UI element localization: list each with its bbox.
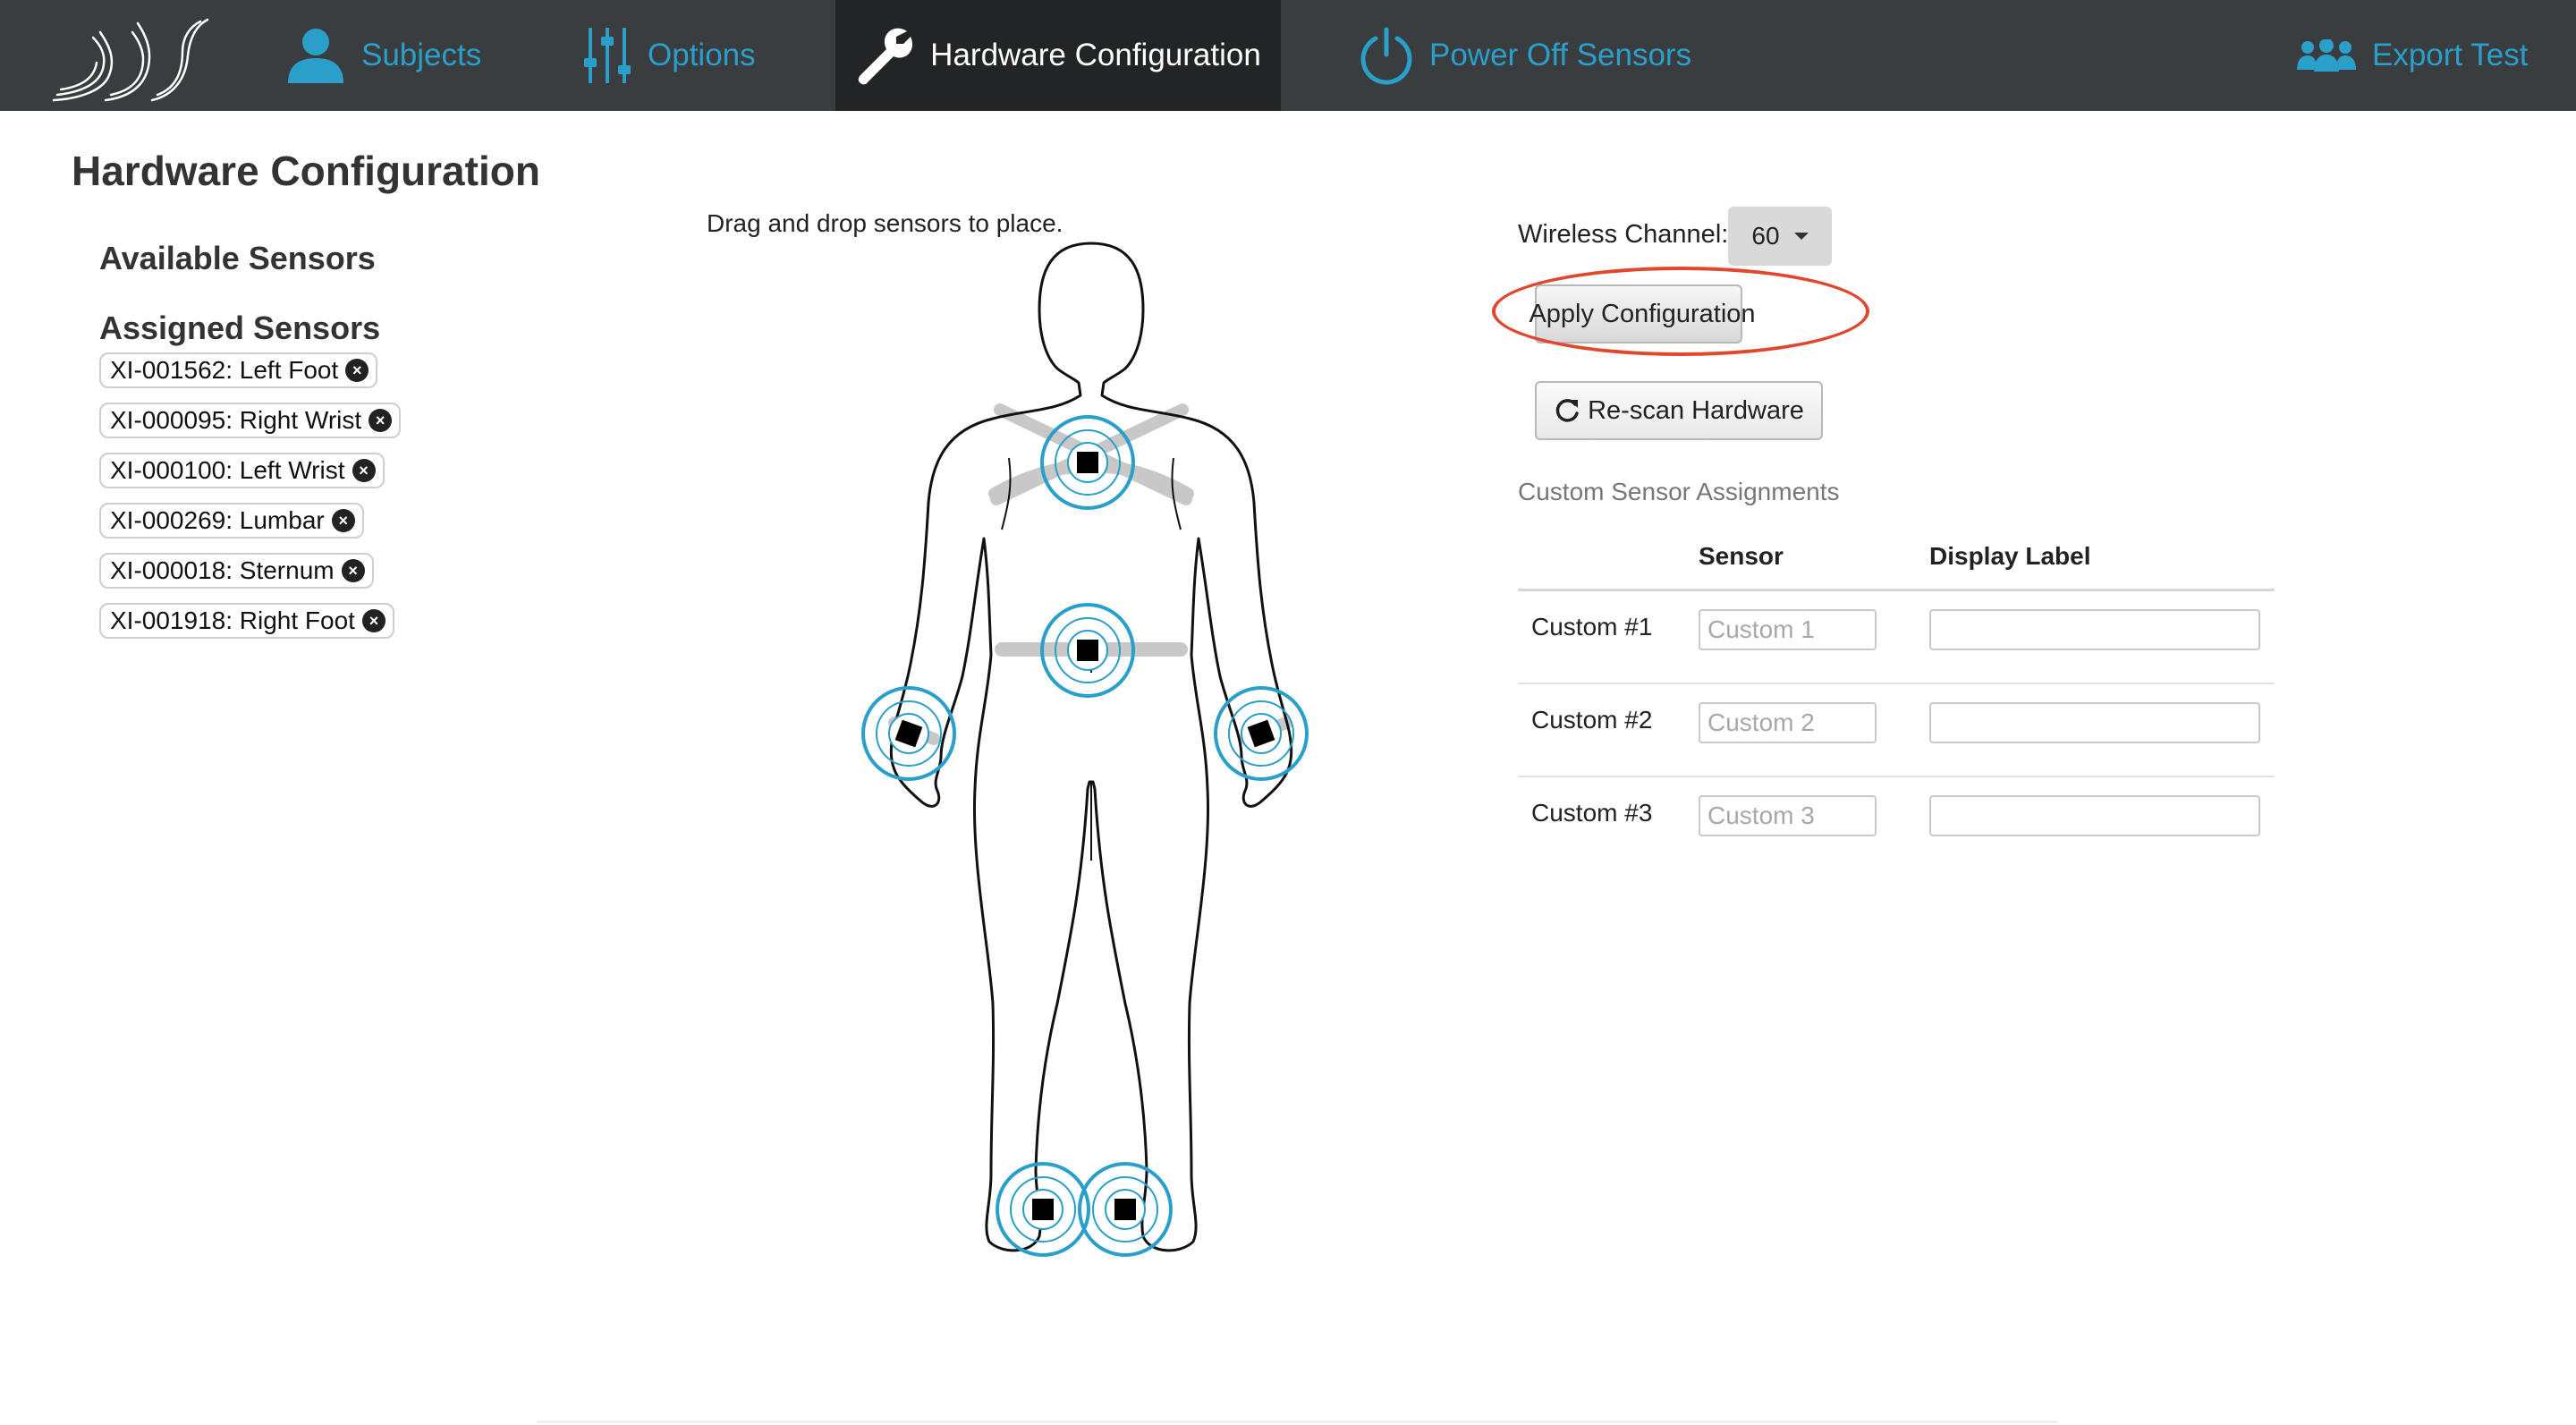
rescan-hardware-label: Re-scan Hardware	[1588, 395, 1804, 425]
nav-subjects-label: Subjects	[361, 38, 482, 72]
display-label-input[interactable]	[1929, 795, 2260, 836]
table-row: Custom #2	[1518, 684, 2275, 777]
custom-sensor-input[interactable]	[1699, 702, 1877, 743]
custom-sensor-input[interactable]	[1699, 795, 1877, 836]
custom-assignments-heading: Custom Sensor Assignments	[1518, 478, 1840, 505]
wireless-channel-value: 60	[1751, 222, 1780, 250]
remove-icon[interactable]: ×	[369, 409, 393, 432]
table-row: Custom #3	[1518, 777, 2275, 870]
nav-export-test[interactable]: Export Test	[2297, 0, 2528, 111]
apply-configuration-button[interactable]: Apply Configuration	[1529, 284, 1756, 344]
sensor-marker-lumbar[interactable]	[1040, 603, 1135, 698]
body-diagram	[861, 242, 1309, 1257]
nav-hardware-label: Hardware Configuration	[930, 38, 1261, 72]
power-icon	[1360, 27, 1412, 85]
remove-icon[interactable]: ×	[341, 559, 365, 582]
remove-icon[interactable]: ×	[345, 359, 369, 382]
assigned-sensor-list: XI-001562: Left Foot × XI-000095: Right W…	[99, 352, 402, 653]
sensor-tag[interactable]: XI-001562: Left Foot ×	[99, 352, 378, 388]
table-row: Custom #1	[1518, 591, 2275, 684]
display-label-input[interactable]	[1929, 702, 2260, 743]
sensor-marker-right-wrist[interactable]	[1214, 686, 1309, 781]
sensor-tag[interactable]: XI-000269: Lumbar ×	[99, 503, 364, 539]
wrench-icon	[858, 28, 913, 85]
sensor-tag-label: XI-001562: Left Foot	[110, 356, 339, 384]
sensor-tag-label: XI-000100: Left Wrist	[110, 456, 345, 484]
page-title: Hardware Configuration	[72, 148, 540, 194]
apply-configuration-label: Apply Configuration	[1529, 299, 1756, 328]
remove-icon[interactable]: ×	[352, 459, 376, 482]
rescan-hardware-button[interactable]: Re-scan Hardware	[1535, 381, 1823, 440]
caret-down-icon	[1793, 233, 1809, 240]
custom-row-label: Custom #1	[1531, 613, 1653, 640]
display-label-input[interactable]	[1929, 609, 2260, 650]
nav-export-label: Export Test	[2372, 38, 2529, 72]
remove-icon[interactable]: ×	[361, 609, 386, 632]
wireless-channel-select[interactable]: 60	[1728, 207, 1832, 266]
sensor-marker-right-foot[interactable]	[1078, 1162, 1173, 1257]
top-navbar: Subjects Options Hardware Configuration	[0, 0, 2576, 111]
nav-hardware-configuration[interactable]: Hardware Configuration	[835, 0, 1281, 111]
nav-power-off-sensors[interactable]: Power Off Sensors	[1360, 0, 1691, 111]
nav-subjects[interactable]: Subjects	[286, 0, 481, 111]
custom-row-label: Custom #2	[1531, 706, 1653, 734]
assigned-sensors-heading: Assigned Sensors	[99, 310, 381, 346]
column-header-sensor: Sensor	[1699, 542, 1784, 570]
refresh-icon	[1555, 399, 1579, 422]
remove-icon[interactable]: ×	[331, 509, 355, 532]
sensor-tag[interactable]: XI-000095: Right Wrist ×	[99, 403, 402, 438]
sliders-icon	[584, 28, 631, 83]
nav-power-off-label: Power Off Sensors	[1429, 38, 1692, 72]
sensor-tag[interactable]: XI-000018: Sternum ×	[99, 553, 374, 589]
sensor-tag-label: XI-001918: Right Foot	[110, 606, 355, 634]
wireless-channel-label: Wireless Channel:	[1518, 220, 1729, 249]
sensor-tag[interactable]: XI-001918: Right Foot ×	[99, 603, 394, 639]
sensor-marker-left-wrist[interactable]	[861, 686, 956, 781]
footer-divider	[537, 1421, 2057, 1423]
nav-options[interactable]: Options	[583, 0, 756, 111]
sensor-tag-label: XI-000018: Sternum	[110, 556, 335, 584]
users-icon	[2297, 39, 2356, 72]
sensor-marker-left-foot[interactable]	[996, 1162, 1090, 1257]
app-logo[interactable]	[47, 13, 216, 106]
sensor-tag[interactable]: XI-000100: Left Wrist ×	[99, 453, 385, 488]
sensor-marker-sternum[interactable]	[1040, 415, 1135, 510]
column-header-display-label: Display Label	[1929, 542, 2091, 570]
sensor-tag-label: XI-000269: Lumbar	[110, 506, 325, 534]
sensor-tag-label: XI-000095: Right Wrist	[110, 406, 362, 434]
nav-options-label: Options	[648, 38, 756, 72]
available-sensors-heading: Available Sensors	[99, 240, 376, 276]
user-icon	[288, 29, 343, 83]
custom-sensor-input[interactable]	[1699, 609, 1877, 650]
custom-row-label: Custom #3	[1531, 799, 1653, 827]
